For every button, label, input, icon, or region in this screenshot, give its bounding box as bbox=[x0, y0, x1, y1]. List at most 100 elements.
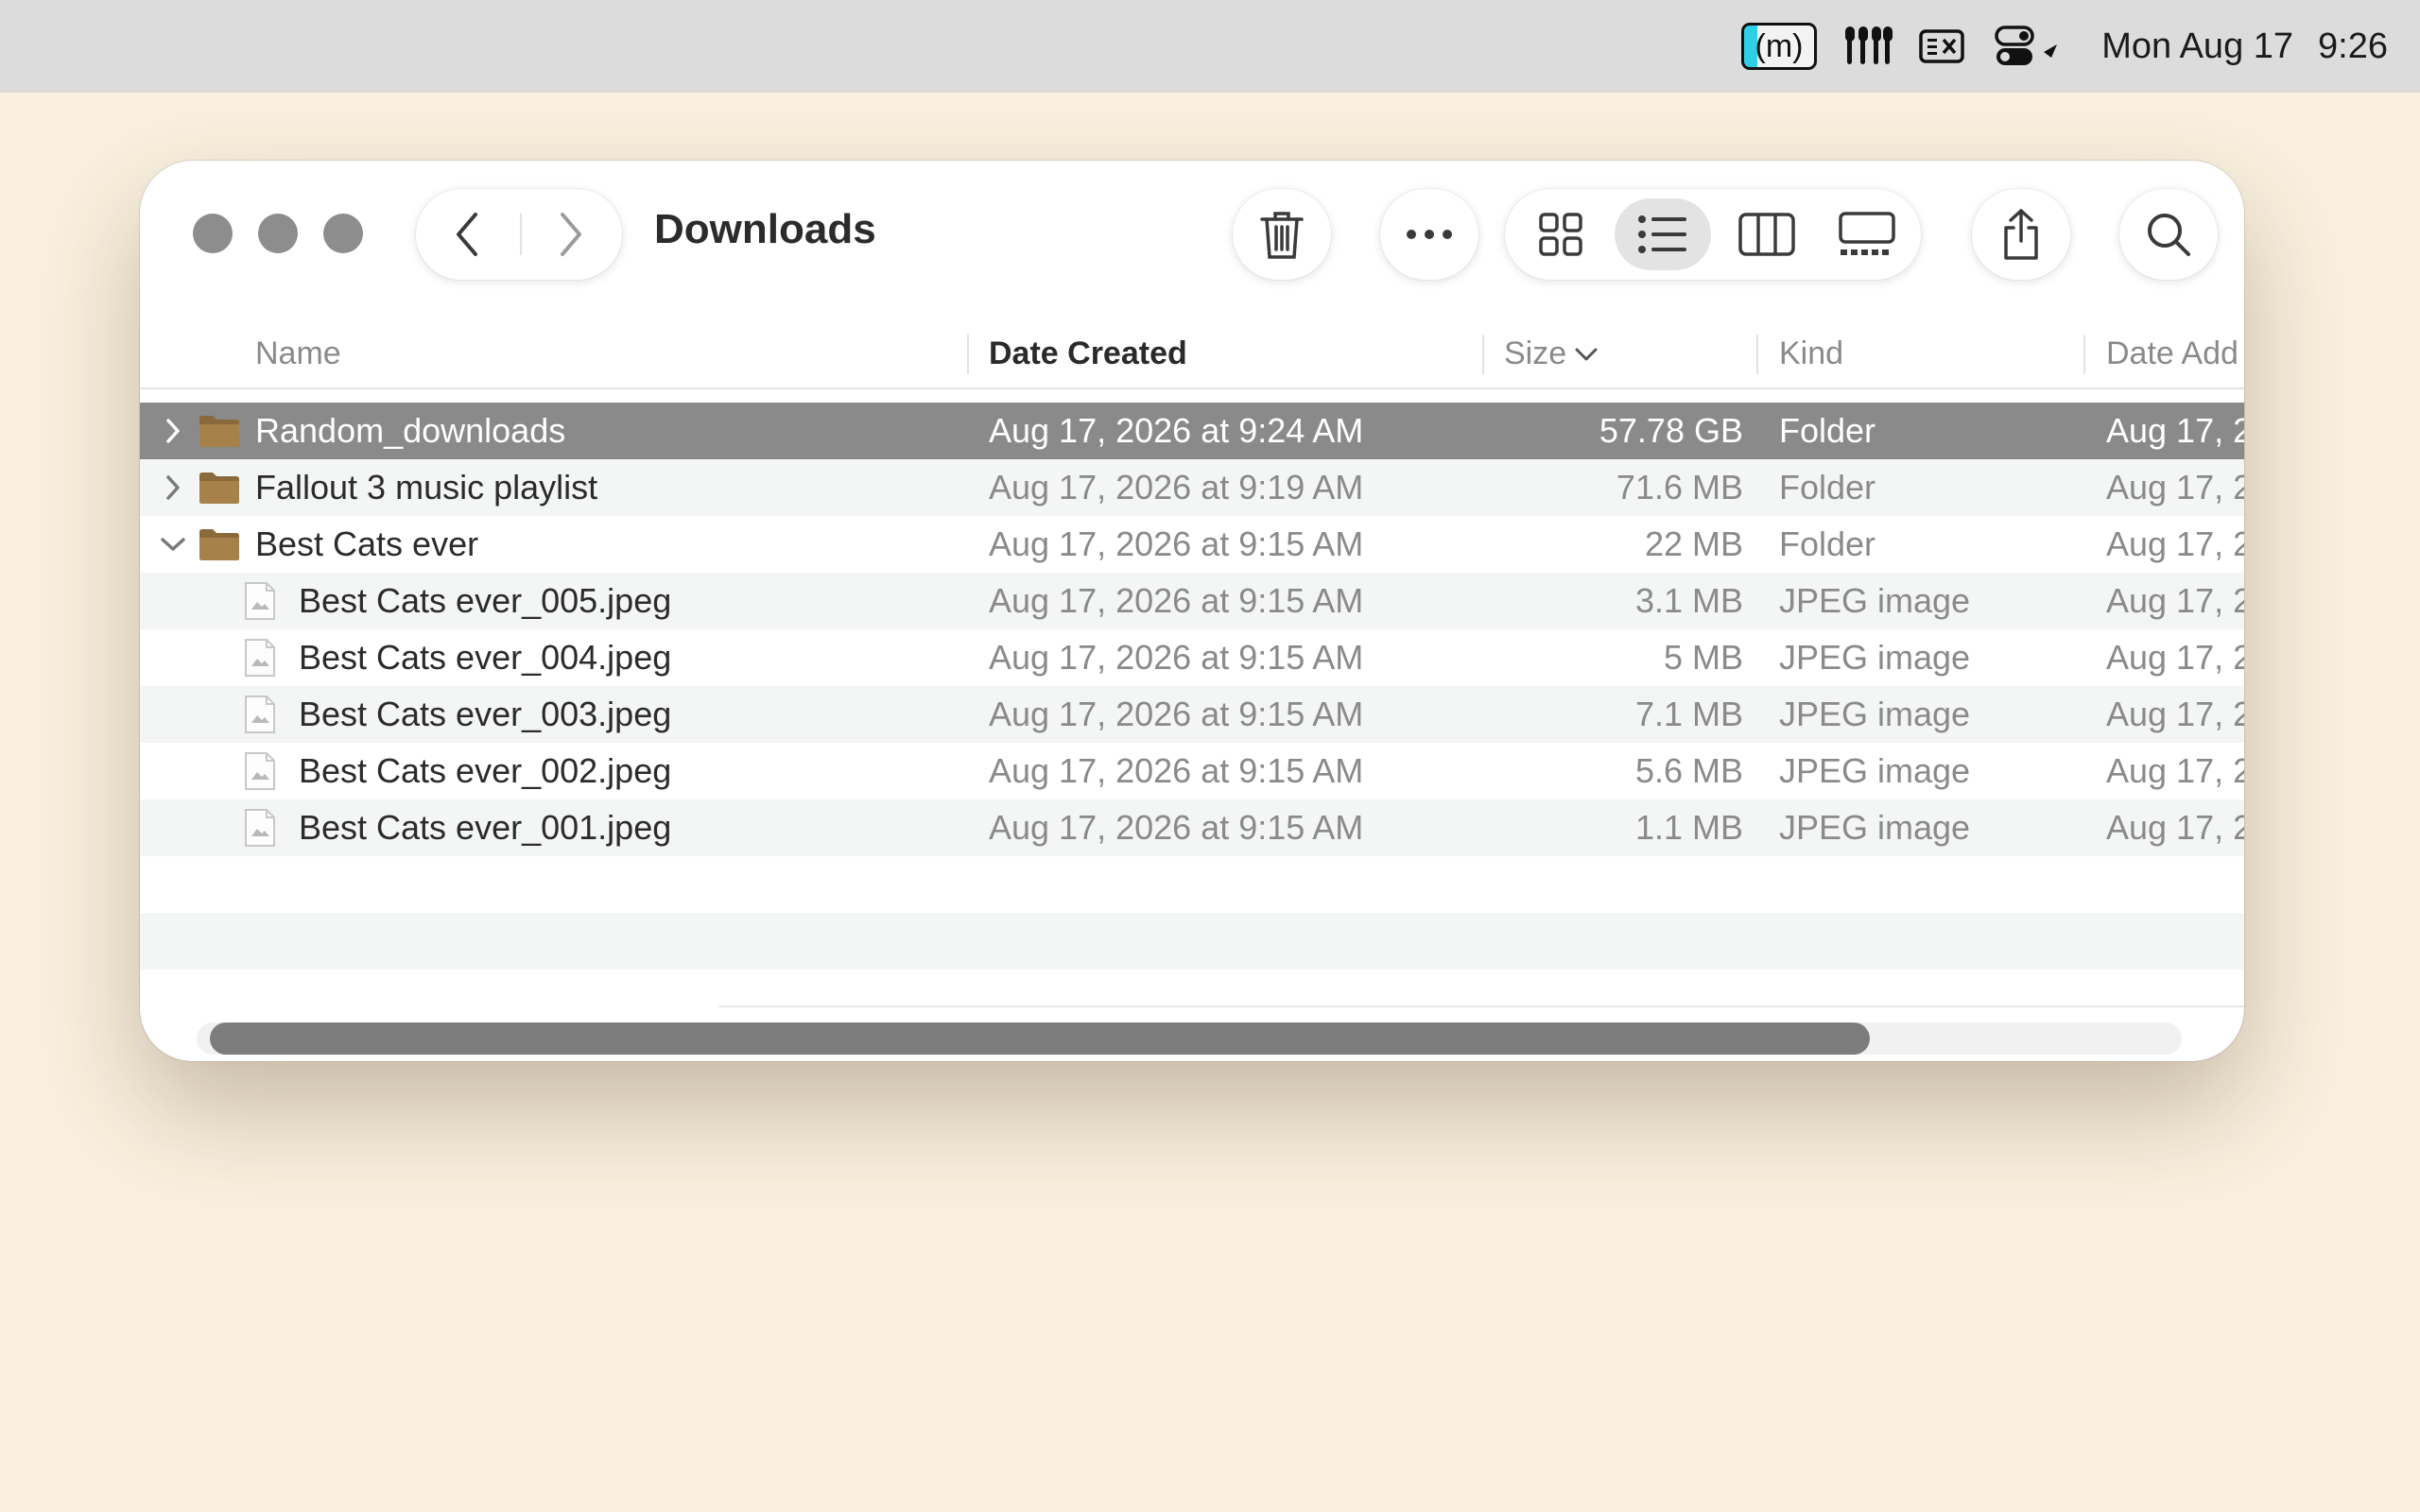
folder-icon bbox=[199, 516, 240, 573]
column-divider[interactable] bbox=[1756, 335, 1758, 374]
row-name: Best Cats ever_003.jpeg bbox=[299, 695, 672, 733]
row-date-added: Aug 17, 2 bbox=[2106, 638, 2244, 677]
disclosure-toggle[interactable] bbox=[159, 516, 187, 573]
row-size: 71.6 MB bbox=[1616, 468, 1743, 507]
keyboard-icon bbox=[1919, 29, 1964, 63]
grid-icon bbox=[1539, 213, 1582, 256]
chevron-right-icon bbox=[561, 213, 581, 256]
table-row[interactable]: Best Cats ever_002.jpeg Aug 17, 2026 at … bbox=[140, 743, 2244, 799]
row-size: 3.1 MB bbox=[1634, 581, 1743, 620]
row-size: 5 MB bbox=[1663, 638, 1743, 677]
zoom-window-button[interactable] bbox=[323, 214, 363, 253]
row-name: Best Cats ever_002.jpeg bbox=[299, 751, 672, 790]
kind-column-header[interactable]: Kind bbox=[1779, 319, 1843, 387]
row-size: 7.1 MB bbox=[1634, 695, 1743, 733]
airpods-menu-item[interactable] bbox=[1841, 0, 1894, 93]
row-date-created: Aug 17, 2026 at 9:19 AM bbox=[989, 468, 1364, 507]
row-size: 1.1 MB bbox=[1634, 808, 1743, 847]
row-date-added: Aug 17, 2 bbox=[2106, 468, 2244, 507]
search-icon bbox=[2148, 214, 2190, 256]
row-date-added: Aug 17, 2 bbox=[2106, 524, 2244, 563]
trash-button[interactable] bbox=[1233, 189, 1331, 280]
list-icon bbox=[1638, 215, 1686, 253]
table-row[interactable]: Best Cats ever_001.jpeg Aug 17, 2026 at … bbox=[140, 799, 2244, 856]
control-center-menu-item[interactable] bbox=[1995, 0, 2061, 93]
row-name: Best Cats ever_001.jpeg bbox=[299, 808, 672, 847]
row-kind: Folder bbox=[1779, 468, 1876, 507]
chevron-right-icon bbox=[166, 419, 180, 443]
row-date-created: Aug 17, 2026 at 9:15 AM bbox=[989, 695, 1364, 733]
gallery-view-button[interactable] bbox=[1819, 198, 1915, 270]
row-date-created: Aug 17, 2026 at 9:15 AM bbox=[989, 581, 1364, 620]
chevron-left-icon bbox=[457, 213, 477, 256]
table-row[interactable]: Best Cats ever_004.jpeg Aug 17, 2026 at … bbox=[140, 629, 2244, 686]
m-badge-icon: (m) bbox=[1741, 23, 1817, 70]
row-kind: JPEG image bbox=[1779, 638, 1971, 677]
empty-row bbox=[140, 913, 2244, 970]
disclosure-toggle[interactable] bbox=[159, 459, 187, 516]
row-date-added: Aug 17, 2 bbox=[2106, 581, 2244, 620]
row-date-added: Aug 17, 2 bbox=[2106, 751, 2244, 790]
minimize-window-button[interactable] bbox=[258, 214, 298, 253]
row-name: Best Cats ever_004.jpeg bbox=[299, 638, 672, 677]
menu-bar-clock[interactable]: Mon Aug 17 9:26 bbox=[2101, 0, 2388, 93]
control-center-icon bbox=[1995, 26, 2057, 65]
table-row[interactable]: Best Cats ever_003.jpeg Aug 17, 2026 at … bbox=[140, 686, 2244, 743]
row-size: 5.6 MB bbox=[1634, 751, 1743, 790]
disclosure-toggle[interactable] bbox=[159, 403, 187, 459]
row-size: 22 MB bbox=[1644, 524, 1743, 563]
column-divider[interactable] bbox=[967, 335, 969, 374]
list-view-button[interactable] bbox=[1615, 198, 1711, 270]
jpeg-file-icon bbox=[244, 799, 276, 856]
table-row[interactable]: Fallout 3 music playlist Aug 17, 2026 at… bbox=[140, 459, 2244, 516]
chevron-down-icon bbox=[1575, 348, 1598, 361]
close-window-button[interactable] bbox=[193, 214, 233, 253]
row-size: 57.78 GB bbox=[1599, 411, 1743, 450]
table-row[interactable]: Random_downloads Aug 17, 2026 at 9:24 AM… bbox=[140, 403, 2244, 459]
row-kind: Folder bbox=[1779, 524, 1876, 563]
app-status-badge[interactable]: (m) bbox=[1741, 0, 1817, 93]
keyboard-menu-item[interactable] bbox=[1919, 0, 1964, 93]
forward-button[interactable] bbox=[520, 189, 622, 280]
back-button[interactable] bbox=[416, 189, 518, 280]
file-list: Random_downloads Aug 17, 2026 at 9:24 AM… bbox=[140, 403, 2244, 970]
window-title: Downloads bbox=[654, 206, 876, 252]
date-created-column-header[interactable]: Date Created bbox=[989, 319, 1598, 387]
icon-view-button[interactable] bbox=[1512, 198, 1609, 270]
clock-date: Mon Aug 17 bbox=[2101, 26, 2294, 66]
name-column-header[interactable]: Name bbox=[255, 319, 341, 387]
size-column-header[interactable]: Size bbox=[1504, 319, 1566, 387]
chevron-down-icon bbox=[161, 538, 185, 551]
search-button[interactable] bbox=[2119, 189, 2218, 280]
row-date-created: Aug 17, 2026 at 9:24 AM bbox=[989, 411, 1364, 450]
column-view-button[interactable] bbox=[1719, 198, 1815, 270]
row-kind: JPEG image bbox=[1779, 581, 1971, 620]
navigation-group bbox=[416, 189, 622, 280]
row-date-created: Aug 17, 2026 at 9:15 AM bbox=[989, 751, 1364, 790]
row-kind: Folder bbox=[1779, 411, 1876, 450]
scroll-area-divider bbox=[718, 1005, 2244, 1007]
share-button[interactable] bbox=[1972, 189, 2070, 280]
jpeg-file-icon bbox=[244, 629, 276, 686]
airpods-icon bbox=[1845, 26, 1893, 64]
row-date-created: Aug 17, 2026 at 9:15 AM bbox=[989, 638, 1364, 677]
menu-bar: (m) Mon Aug 17 9:26 bbox=[0, 0, 2420, 93]
row-date-added: Aug 17, 2 bbox=[2106, 695, 2244, 733]
finder-window: Downloads Name Date Created Size Kind Da… bbox=[140, 161, 2244, 1061]
gallery-icon bbox=[1839, 212, 1895, 255]
jpeg-file-icon bbox=[244, 686, 276, 743]
row-name: Fallout 3 music playlist bbox=[255, 468, 598, 507]
row-name: Best Cats ever_005.jpeg bbox=[299, 581, 672, 620]
row-date-added: Aug 17, 2 bbox=[2106, 411, 2244, 450]
jpeg-file-icon bbox=[244, 743, 276, 799]
date-added-column-header[interactable]: Date Add bbox=[2106, 319, 2238, 387]
row-date-created: Aug 17, 2026 at 9:15 AM bbox=[989, 808, 1364, 847]
more-actions-button[interactable] bbox=[1380, 189, 1478, 280]
horizontal-scrollbar-thumb[interactable] bbox=[210, 1022, 1870, 1055]
column-divider[interactable] bbox=[2083, 335, 2085, 374]
table-row[interactable]: Best Cats ever Aug 17, 2026 at 9:15 AM 2… bbox=[140, 516, 2244, 573]
folder-icon bbox=[199, 459, 240, 516]
jpeg-file-icon bbox=[244, 573, 276, 629]
column-divider[interactable] bbox=[1482, 335, 1484, 374]
table-row[interactable]: Best Cats ever_005.jpeg Aug 17, 2026 at … bbox=[140, 573, 2244, 629]
